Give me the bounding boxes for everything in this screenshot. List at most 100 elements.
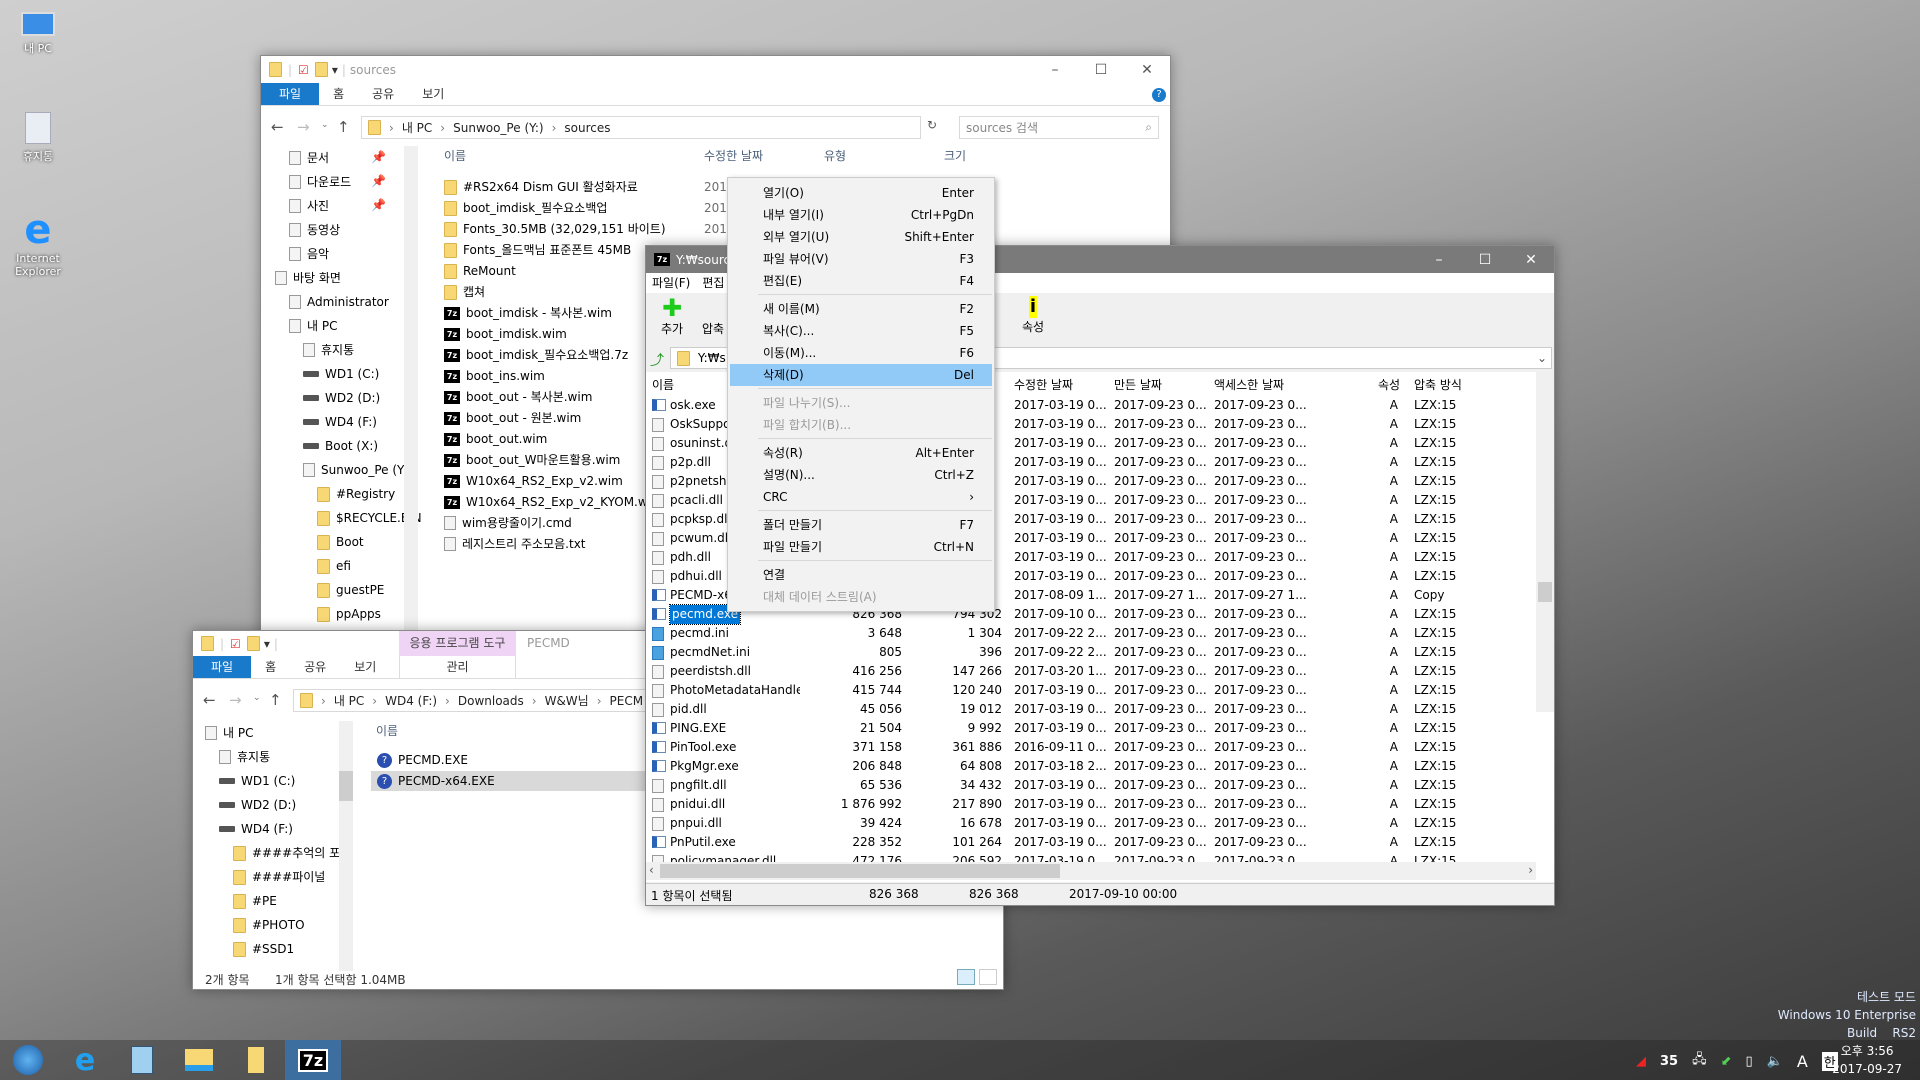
menu-item[interactable]: 새 이름(M) F2: [730, 298, 992, 320]
nav-item[interactable]: guestPE: [317, 580, 384, 600]
nav-item[interactable]: 내 PC: [289, 316, 337, 336]
desktop-icon-this-pc[interactable]: 내 PC: [0, 12, 76, 56]
file-row[interactable]: Fonts_30.5MB (32,029,151 바이트): [444, 219, 666, 239]
nav-item[interactable]: ####파이널: [233, 867, 325, 887]
file-row[interactable]: 7z boot_out - 원본.wim: [444, 408, 581, 428]
column-size[interactable]: 크기: [944, 145, 966, 167]
menu-item[interactable]: 파일 만들기 Ctrl+N: [730, 536, 992, 558]
archive-row[interactable]: PkgMgr.exe 206 848 64 808 2017-03-18 2... 20…: [646, 757, 1536, 776]
breadcrumb-chevron-icon[interactable]: ›: [389, 121, 394, 135]
nav-item[interactable]: efi: [317, 556, 351, 576]
folder-up-icon[interactable]: ⤴: [650, 350, 664, 370]
column-header[interactable]: 압축 방식: [1414, 376, 1462, 393]
properties-icon[interactable]: ☑: [298, 63, 309, 77]
desktop-icon-internet-explorer[interactable]: e Internet Explorer: [0, 210, 76, 278]
menu-item[interactable]: 편집(E) F4: [730, 270, 992, 292]
nav-item[interactable]: 사진: [289, 196, 329, 216]
file-row[interactable]: 7z boot_ins.wim: [444, 366, 545, 386]
column-name[interactable]: 이름: [376, 720, 398, 742]
properties-icon[interactable]: ☑: [230, 637, 241, 651]
menu-item[interactable]: 속성(R) Alt+Enter: [730, 442, 992, 464]
nav-item[interactable]: WD4 (F:): [303, 412, 377, 432]
file-row[interactable]: Fonts_올드맥님 표준폰트 45MB: [444, 240, 631, 260]
nav-item[interactable]: Administrator: [289, 292, 389, 312]
nav-forward-icon[interactable]: →: [297, 118, 310, 136]
file-row[interactable]: 7z boot_out - 복사본.wim: [444, 387, 592, 407]
menu-file[interactable]: 파일(F): [652, 273, 690, 293]
details-view-button[interactable]: [957, 969, 975, 985]
archive-row[interactable]: pid.dll 45 056 19 012 2017-03-19 0... 2017-0…: [646, 700, 1536, 719]
menu-edit[interactable]: 편집: [702, 273, 724, 293]
menu-item[interactable]: 이동(M)... F6: [730, 342, 992, 364]
help-icon[interactable]: ?: [1152, 88, 1166, 102]
extract-button[interactable]: 압축: [702, 320, 724, 337]
menu-item[interactable]: 대체 데이터 스트림(A): [730, 586, 992, 608]
volume-icon[interactable]: 🔈: [1767, 1054, 1783, 1069]
file-row[interactable]: 7z boot_out_W마운트활용.wim: [444, 450, 620, 470]
file-row[interactable]: #RS2x64 Dism GUI 활성화자료: [444, 177, 638, 197]
nav-item[interactable]: WD1 (C:): [219, 771, 295, 791]
nav-item[interactable]: Boot (X:): [303, 436, 378, 456]
pin-icon[interactable]: 📌: [371, 198, 386, 212]
nav-forward-icon[interactable]: →: [229, 691, 242, 709]
context-tab-app-tools[interactable]: 응용 프로그램 도구: [399, 631, 516, 656]
breadcrumb-chevron-icon[interactable]: ›: [532, 694, 537, 708]
maximize-button[interactable]: ☐: [1078, 56, 1124, 83]
breadcrumb-item[interactable]: W&W님: [545, 692, 589, 709]
column-header[interactable]: 만든 날짜: [1114, 376, 1162, 393]
taskbar-notepad[interactable]: [114, 1040, 170, 1080]
vertical-scrollbar[interactable]: [1536, 372, 1554, 712]
customize-qat-icon[interactable]: ▾: [264, 637, 270, 651]
file-row[interactable]: ReMount: [444, 261, 516, 281]
archive-row[interactable]: PhotoMetadataHandler.... 415 744 120 240 20…: [646, 681, 1536, 700]
file-row[interactable]: 7z W10x64_RS2_Exp_v2_KYOM.wim: [444, 492, 663, 512]
archive-row[interactable]: PnPutil.exe 228 352 101 264 2017-03-19 0...…: [646, 833, 1536, 852]
close-button[interactable]: ✕: [1508, 246, 1554, 273]
nav-item[interactable]: 휴지통: [219, 747, 270, 767]
nav-item[interactable]: 휴지통: [303, 340, 354, 360]
menu-item[interactable]: 삭제(D) Del: [730, 364, 992, 386]
breadcrumb-chevron-icon[interactable]: ›: [597, 694, 602, 708]
archive-row[interactable]: pecmdNet.ini 805 396 2017-09-22 2... 2017-09…: [646, 643, 1536, 662]
path-dropdown-icon[interactable]: ⌄: [1537, 348, 1547, 368]
usb-tool-icon[interactable]: ⬋: [1721, 1054, 1732, 1069]
network-icon[interactable]: 🖧: [1692, 1050, 1707, 1072]
nav-scrollbar[interactable]: [404, 146, 418, 656]
properties-button[interactable]: i 속성: [1013, 296, 1053, 335]
nav-item[interactable]: #PHOTO: [233, 915, 305, 935]
breadcrumb-chevron-icon[interactable]: ›: [372, 694, 377, 708]
nav-item[interactable]: 내 PC: [205, 723, 253, 743]
tab-2[interactable]: 공유: [290, 656, 340, 678]
column-name[interactable]: 이름: [444, 145, 466, 167]
column-header[interactable]: 속성: [1378, 376, 1400, 393]
nav-item[interactable]: ####추억의 포: [233, 843, 340, 863]
recent-chevron-icon[interactable]: ⌄: [321, 120, 329, 130]
nav-item[interactable]: 다운로드: [289, 172, 351, 192]
menu-item[interactable]: 연결: [730, 564, 992, 586]
desktop-icon-recycle-bin[interactable]: 휴지통: [0, 112, 76, 164]
clock[interactable]: 오후 3:56 2017-09-27: [1832, 1042, 1902, 1078]
breadcrumb-chevron-icon[interactable]: ›: [445, 694, 450, 708]
file-row[interactable]: 7z boot_imdisk - 복사본.wim: [444, 303, 612, 323]
column-header[interactable]: 이름: [652, 376, 674, 393]
breadcrumb-item[interactable]: sources: [564, 121, 610, 135]
ime-language[interactable]: A: [1797, 1052, 1808, 1071]
minimize-button[interactable]: –: [1416, 246, 1462, 273]
add-button[interactable]: ✚ 추가: [652, 296, 692, 337]
nav-item[interactable]: Boot: [317, 532, 364, 552]
menu-item[interactable]: CRC ›: [730, 486, 992, 508]
archive-row[interactable]: pecmd.ini 3 648 1 304 2017-09-22 2... 2017-0…: [646, 624, 1536, 643]
file-row[interactable]: wim용량줄이기.cmd: [444, 513, 572, 533]
tab-3[interactable]: 보기: [340, 656, 390, 678]
pin-icon[interactable]: 📌: [371, 150, 386, 164]
nav-item[interactable]: #Registry: [317, 484, 395, 504]
breadcrumb-item[interactable]: 내 PC: [402, 119, 432, 136]
network-status-icon[interactable]: ◢: [1636, 1054, 1646, 1069]
tab-1[interactable]: 홈: [319, 83, 358, 105]
menu-item[interactable]: 파일 뷰어(V) F3: [730, 248, 992, 270]
taskbar-7zip[interactable]: 7z: [285, 1040, 341, 1080]
nav-item[interactable]: ppApps: [317, 604, 381, 624]
scroll-right-icon[interactable]: ›: [1528, 863, 1533, 877]
breadcrumb-item[interactable]: PECM: [610, 694, 644, 708]
tab-manage[interactable]: 관리: [399, 656, 516, 679]
